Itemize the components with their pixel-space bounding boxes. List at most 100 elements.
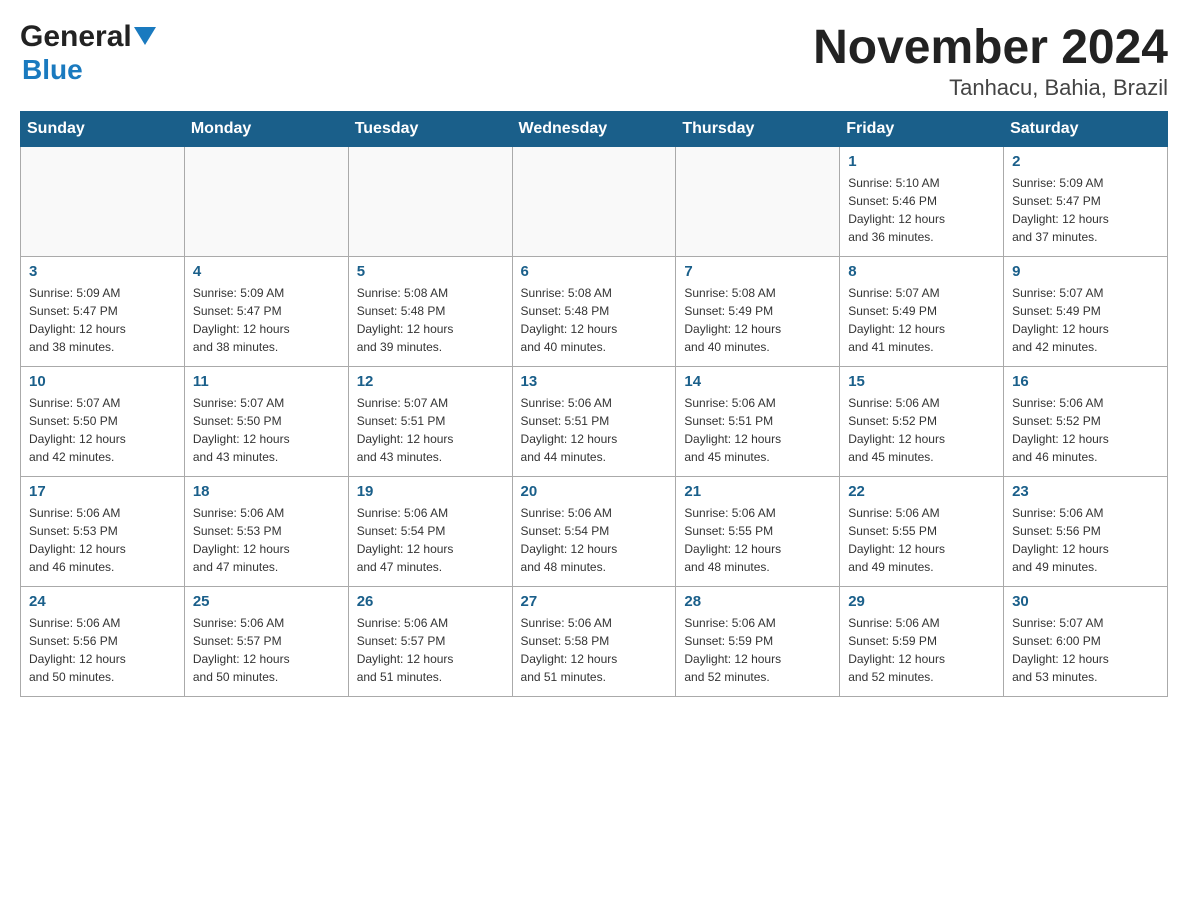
calendar-cell-0-0 [21, 147, 185, 257]
calendar-cell-4-3: 27 Sunrise: 5:06 AM Sunset: 5:58 PM Dayli… [512, 587, 676, 697]
day-info-6: Sunrise: 5:08 AM Sunset: 5:48 PM Dayligh… [521, 284, 668, 356]
day-info-22: Sunrise: 5:06 AM Sunset: 5:55 PM Dayligh… [848, 504, 995, 576]
header-tuesday: Tuesday [348, 112, 512, 147]
calendar-cell-3-2: 19 Sunrise: 5:06 AM Sunset: 5:54 PM Dayli… [348, 477, 512, 587]
calendar-cell-3-3: 20Sunrise: 5:06 AM Sunset: 5:54 PM Dayli… [512, 477, 676, 587]
day-info-2: Sunrise: 5:09 AM Sunset: 5:47 PM Dayligh… [1012, 174, 1159, 246]
day-info-10: Sunrise: 5:07 AM Sunset: 5:50 PM Dayligh… [29, 394, 176, 466]
calendar-cell-1-1: 4 Sunrise: 5:09 AM Sunset: 5:47 PM Daylig… [184, 257, 348, 367]
header: General Blue November 2024 Tanhacu, Bahi… [20, 20, 1168, 101]
day-info-5: Sunrise: 5:08 AM Sunset: 5:48 PM Dayligh… [357, 284, 504, 356]
day-info-18: Sunrise: 5:06 AM Sunset: 5:53 PM Dayligh… [193, 504, 340, 576]
calendar-row-4: 24 Sunrise: 5:06 AM Sunset: 5:56 PM Dayli… [21, 587, 1168, 697]
calendar-cell-1-2: 5Sunrise: 5:08 AM Sunset: 5:48 PM Daylig… [348, 257, 512, 367]
day-number-30: 30 [1012, 593, 1159, 610]
day-info-19: Sunrise: 5:06 AM Sunset: 5:54 PM Dayligh… [357, 504, 504, 576]
day-number-17: 17 [29, 483, 176, 500]
calendar-cell-1-5: 8Sunrise: 5:07 AM Sunset: 5:49 PM Daylig… [840, 257, 1004, 367]
calendar-cell-4-5: 29Sunrise: 5:06 AM Sunset: 5:59 PM Dayli… [840, 587, 1004, 697]
logo-triangle-icon [134, 27, 156, 49]
day-number-26: 26 [357, 593, 504, 610]
calendar-cell-1-4: 7 Sunrise: 5:08 AM Sunset: 5:49 PM Daylig… [676, 257, 840, 367]
day-number-8: 8 [848, 263, 995, 280]
day-number-13: 13 [521, 373, 668, 390]
calendar-cell-4-0: 24 Sunrise: 5:06 AM Sunset: 5:56 PM Dayli… [21, 587, 185, 697]
day-info-29: Sunrise: 5:06 AM Sunset: 5:59 PM Dayligh… [848, 614, 995, 686]
header-thursday: Thursday [676, 112, 840, 147]
header-wednesday: Wednesday [512, 112, 676, 147]
title-area: November 2024 Tanhacu, Bahia, Brazil [813, 20, 1168, 101]
day-info-24: Sunrise: 5:06 AM Sunset: 5:56 PM Dayligh… [29, 614, 176, 686]
day-info-26: Sunrise: 5:06 AM Sunset: 5:57 PM Dayligh… [357, 614, 504, 686]
day-info-11: Sunrise: 5:07 AM Sunset: 5:50 PM Dayligh… [193, 394, 340, 466]
calendar-cell-4-1: 25 Sunrise: 5:06 AM Sunset: 5:57 PM Dayli… [184, 587, 348, 697]
day-info-21: Sunrise: 5:06 AM Sunset: 5:55 PM Dayligh… [684, 504, 831, 576]
day-number-22: 22 [848, 483, 995, 500]
calendar-cell-0-1 [184, 147, 348, 257]
day-number-28: 28 [684, 593, 831, 610]
day-info-28: Sunrise: 5:06 AM Sunset: 5:59 PM Dayligh… [684, 614, 831, 686]
calendar-cell-2-1: 11Sunrise: 5:07 AM Sunset: 5:50 PM Dayli… [184, 367, 348, 477]
day-info-20: Sunrise: 5:06 AM Sunset: 5:54 PM Dayligh… [521, 504, 668, 576]
header-friday: Friday [840, 112, 1004, 147]
day-number-15: 15 [848, 373, 995, 390]
logo: General Blue [20, 20, 156, 86]
calendar-cell-3-6: 23 Sunrise: 5:06 AM Sunset: 5:56 PM Dayli… [1004, 477, 1168, 587]
calendar-cell-0-5: 1 Sunrise: 5:10 AM Sunset: 5:46 PM Daylig… [840, 147, 1004, 257]
calendar-row-3: 17 Sunrise: 5:06 AM Sunset: 5:53 PM Dayli… [21, 477, 1168, 587]
day-number-6: 6 [521, 263, 668, 280]
day-number-23: 23 [1012, 483, 1159, 500]
location: Tanhacu, Bahia, Brazil [813, 75, 1168, 101]
day-info-9: Sunrise: 5:07 AM Sunset: 5:49 PM Dayligh… [1012, 284, 1159, 356]
day-number-10: 10 [29, 373, 176, 390]
calendar-table: Sunday Monday Tuesday Wednesday Thursday… [20, 111, 1168, 697]
day-info-4: Sunrise: 5:09 AM Sunset: 5:47 PM Dayligh… [193, 284, 340, 356]
calendar-cell-0-6: 2 Sunrise: 5:09 AM Sunset: 5:47 PM Daylig… [1004, 147, 1168, 257]
calendar-cell-0-4 [676, 147, 840, 257]
header-saturday: Saturday [1004, 112, 1168, 147]
day-number-4: 4 [193, 263, 340, 280]
day-number-7: 7 [684, 263, 831, 280]
day-number-27: 27 [521, 593, 668, 610]
day-info-30: Sunrise: 5:07 AM Sunset: 6:00 PM Dayligh… [1012, 614, 1159, 686]
day-info-23: Sunrise: 5:06 AM Sunset: 5:56 PM Dayligh… [1012, 504, 1159, 576]
calendar-cell-4-2: 26 Sunrise: 5:06 AM Sunset: 5:57 PM Dayli… [348, 587, 512, 697]
day-number-12: 12 [357, 373, 504, 390]
calendar-cell-4-6: 30 Sunrise: 5:07 AM Sunset: 6:00 PM Dayli… [1004, 587, 1168, 697]
calendar-row-2: 10 Sunrise: 5:07 AM Sunset: 5:50 PM Dayli… [21, 367, 1168, 477]
day-number-3: 3 [29, 263, 176, 280]
day-number-21: 21 [684, 483, 831, 500]
day-number-16: 16 [1012, 373, 1159, 390]
day-info-1: Sunrise: 5:10 AM Sunset: 5:46 PM Dayligh… [848, 174, 995, 246]
calendar-cell-3-5: 22 Sunrise: 5:06 AM Sunset: 5:55 PM Dayli… [840, 477, 1004, 587]
day-info-17: Sunrise: 5:06 AM Sunset: 5:53 PM Dayligh… [29, 504, 176, 576]
calendar-cell-2-5: 15 Sunrise: 5:06 AM Sunset: 5:52 PM Dayli… [840, 367, 1004, 477]
day-info-15: Sunrise: 5:06 AM Sunset: 5:52 PM Dayligh… [848, 394, 995, 466]
day-info-13: Sunrise: 5:06 AM Sunset: 5:51 PM Dayligh… [521, 394, 668, 466]
calendar-cell-3-4: 21 Sunrise: 5:06 AM Sunset: 5:55 PM Dayli… [676, 477, 840, 587]
month-year: November 2024 [813, 20, 1168, 75]
day-number-2: 2 [1012, 153, 1159, 170]
calendar-cell-1-0: 3 Sunrise: 5:09 AM Sunset: 5:47 PM Daylig… [21, 257, 185, 367]
calendar-cell-2-4: 14Sunrise: 5:06 AM Sunset: 5:51 PM Dayli… [676, 367, 840, 477]
calendar-row-0: 1 Sunrise: 5:10 AM Sunset: 5:46 PM Daylig… [21, 147, 1168, 257]
day-info-3: Sunrise: 5:09 AM Sunset: 5:47 PM Dayligh… [29, 284, 176, 356]
day-number-25: 25 [193, 593, 340, 610]
header-sunday: Sunday [21, 112, 185, 147]
calendar-cell-2-6: 16Sunrise: 5:06 AM Sunset: 5:52 PM Dayli… [1004, 367, 1168, 477]
day-number-24: 24 [29, 593, 176, 610]
day-info-25: Sunrise: 5:06 AM Sunset: 5:57 PM Dayligh… [193, 614, 340, 686]
day-number-1: 1 [848, 153, 995, 170]
day-number-19: 19 [357, 483, 504, 500]
calendar-cell-1-6: 9Sunrise: 5:07 AM Sunset: 5:49 PM Daylig… [1004, 257, 1168, 367]
day-number-18: 18 [193, 483, 340, 500]
calendar-cell-3-0: 17 Sunrise: 5:06 AM Sunset: 5:53 PM Dayli… [21, 477, 185, 587]
calendar-header-row: Sunday Monday Tuesday Wednesday Thursday… [21, 112, 1168, 147]
calendar-cell-0-3 [512, 147, 676, 257]
day-info-7: Sunrise: 5:08 AM Sunset: 5:49 PM Dayligh… [684, 284, 831, 356]
day-info-27: Sunrise: 5:06 AM Sunset: 5:58 PM Dayligh… [521, 614, 668, 686]
calendar-row-1: 3 Sunrise: 5:09 AM Sunset: 5:47 PM Daylig… [21, 257, 1168, 367]
calendar-cell-0-2 [348, 147, 512, 257]
calendar-cell-1-3: 6 Sunrise: 5:08 AM Sunset: 5:48 PM Daylig… [512, 257, 676, 367]
calendar-cell-2-0: 10 Sunrise: 5:07 AM Sunset: 5:50 PM Dayli… [21, 367, 185, 477]
